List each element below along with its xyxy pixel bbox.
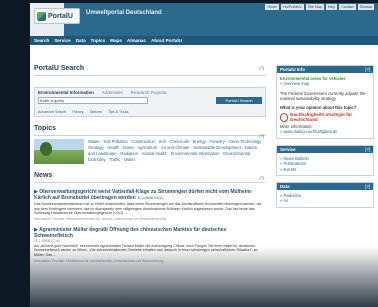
data-box-title: Data xyxy=(280,184,290,190)
data-box-help-link[interactable]: [?] xyxy=(365,184,370,189)
search-section: PortalU Search [?] xyxy=(34,65,266,76)
option-tips[interactable]: Tips & Tricks xyxy=(108,110,128,114)
news-divider xyxy=(34,182,266,183)
service-news-bulletin-label[interactable]: News Bulletin xyxy=(284,156,309,161)
nav-data[interactable]: Data xyxy=(76,38,86,43)
info-box-body: Environmental areas for vehicles » overv… xyxy=(277,73,373,138)
nav-service[interactable]: Service xyxy=(54,38,70,43)
top-link-home[interactable]: Home xyxy=(265,4,280,10)
nav-about[interactable]: About PortalU xyxy=(151,38,182,43)
top-link-glossar[interactable]: Glossar xyxy=(357,4,374,10)
data-air[interactable]: » Air xyxy=(280,198,370,203)
option-advanced-search[interactable]: Advanced Search xyxy=(38,110,66,114)
main-content: PortalU Search [?] Environmental Informa… xyxy=(34,51,266,263)
tab-environmental-information[interactable]: Environmental Information xyxy=(38,90,94,95)
search-button[interactable]: PortalU Search xyxy=(216,97,262,104)
info-box-help-link[interactable]: [?] xyxy=(365,67,370,72)
option-history[interactable]: History xyxy=(72,110,83,114)
topics-section: Topics [?] xyxy=(34,125,266,138)
sustainability-logo-icon xyxy=(280,112,289,122)
landscape-image xyxy=(34,139,84,164)
option-options[interactable]: Options xyxy=(90,110,102,114)
news-item-source: Information Provider: Bundesministerium … xyxy=(34,216,167,221)
info-box-text: The Federal Government currently adjusts… xyxy=(280,90,366,102)
browser-viewport: PortalU Umweltportal Deutschland Home Hn… xyxy=(30,3,378,307)
news-item-title[interactable]: ▶ Agrarminister Müller begrüßt Öffnung d… xyxy=(34,227,266,239)
topics-info-link[interactable]: [?] xyxy=(260,133,264,138)
search-info-link[interactable]: [?] xyxy=(260,65,264,70)
data-box: Data [?] » Radiation » Air xyxy=(276,182,374,208)
top-link-sitemap[interactable]: Site Map xyxy=(305,4,324,10)
news-item: ▶ Oberverwaltungsgericht weist Vattenfal… xyxy=(34,189,266,221)
service-box-help-link[interactable]: [?] xyxy=(365,147,370,152)
info-box-question: What is your opinion about this topic? xyxy=(280,104,357,110)
overview-map-link[interactable]: » overview map xyxy=(280,81,370,86)
info-box-title: PortalU Info xyxy=(280,67,305,72)
news-item-date: 11.1.2008 14:11 xyxy=(137,196,163,200)
right-column: PortalU Info [?] Environmental areas for… xyxy=(276,65,374,214)
service-box-header: Service [?] xyxy=(277,145,373,153)
logo-text: PortalU xyxy=(48,12,73,20)
news-item-title-text[interactable]: Agrarminister Müller begrüßt Öffnung des… xyxy=(34,227,226,239)
news-title: News xyxy=(34,172,53,179)
site-header: PortalU Umweltportal Deutschland Home Hn… xyxy=(30,3,378,36)
search-divider xyxy=(34,75,266,76)
topics-divider xyxy=(34,135,266,136)
tab-addresses[interactable]: Addresses xyxy=(102,90,123,95)
logo-mark-icon xyxy=(37,11,46,21)
news-item-title[interactable]: ▶ Oberverwaltungsgericht weist Vattenfal… xyxy=(34,189,266,201)
search-tabs: Environmental Information Addresses Rese… xyxy=(35,88,265,97)
sustainability-logo-text: Nachhaltigkeits-strategie für Deutschlan… xyxy=(290,112,353,123)
news-item-date: 11.1.2008 17:44 xyxy=(34,238,60,243)
info-box-header: PortalU Info [?] xyxy=(277,66,373,73)
topics-title: Topics xyxy=(34,125,57,132)
search-title: PortalU Search xyxy=(34,65,85,72)
topics-panel: Waste · Soil Pollution · Construction · … xyxy=(34,139,266,169)
data-radiation-label[interactable]: Radiation xyxy=(284,193,302,198)
site-title: Umweltportal Deutschland xyxy=(86,10,162,16)
news-item: ▶ Agrarminister Müller begrüßt Öffnung d… xyxy=(34,227,266,263)
news-item-body: Das Bundesumweltministerium hat zu Recht… xyxy=(34,202,262,216)
more-info-link[interactable]: » www.dialog-nachhaltigkeit.de xyxy=(280,129,370,134)
topics-list[interactable]: Waste · Soil Pollution · Construction · … xyxy=(88,139,264,163)
top-link-contact[interactable]: Contact xyxy=(339,4,356,10)
service-box: Service [?] » News Bulletin » Publicatio… xyxy=(276,144,374,177)
nav-topics[interactable]: Topics xyxy=(91,38,105,43)
search-box: Environmental Information Addresses Rese… xyxy=(34,87,266,117)
nav-search[interactable]: Search xyxy=(34,38,49,43)
nav-maps[interactable]: Maps xyxy=(110,38,122,43)
data-box-body: » Radiation » Air xyxy=(277,190,373,207)
service-box-body: » News Bulletin » Publications » Events xyxy=(277,153,373,175)
news-item-body: Als „äußerst gute Nachricht" bezeichnete… xyxy=(34,243,258,257)
data-air-label[interactable]: Air xyxy=(283,198,288,203)
top-links: Home Hn/Portal/U Site Map Help Contact G… xyxy=(265,4,374,10)
portalu-info-box: PortalU Info [?] Environmental areas for… xyxy=(276,65,374,139)
nav-almanac[interactable]: Almanac xyxy=(127,38,146,43)
portalu-logo[interactable]: PortalU xyxy=(34,8,80,24)
service-box-title: Service xyxy=(280,146,296,152)
service-events-label[interactable]: Events xyxy=(284,167,297,172)
top-link-help[interactable]: Help xyxy=(325,4,338,10)
service-publications-label[interactable]: Publications xyxy=(284,161,307,166)
data-box-header: Data [?] xyxy=(277,183,373,191)
sustainability-logo[interactable]: Nachhaltigkeits-strategie für Deutschlan… xyxy=(280,112,370,122)
tab-research-projects[interactable]: Research Projects xyxy=(131,90,167,95)
news-info-link[interactable]: [?] xyxy=(260,175,264,180)
news-section: News [?] xyxy=(34,172,266,183)
service-events[interactable]: » Events xyxy=(280,167,370,172)
search-options: Advanced Search History Options Tips & T… xyxy=(38,110,128,114)
news-item-source: Information Provider: Ministerium für La… xyxy=(34,258,164,263)
search-input[interactable]: Enter a query xyxy=(38,97,148,104)
main-nav: Search Service Data Topics Maps Almanac … xyxy=(30,36,378,45)
top-link-portal[interactable]: Hn/Portal/U xyxy=(281,4,304,10)
